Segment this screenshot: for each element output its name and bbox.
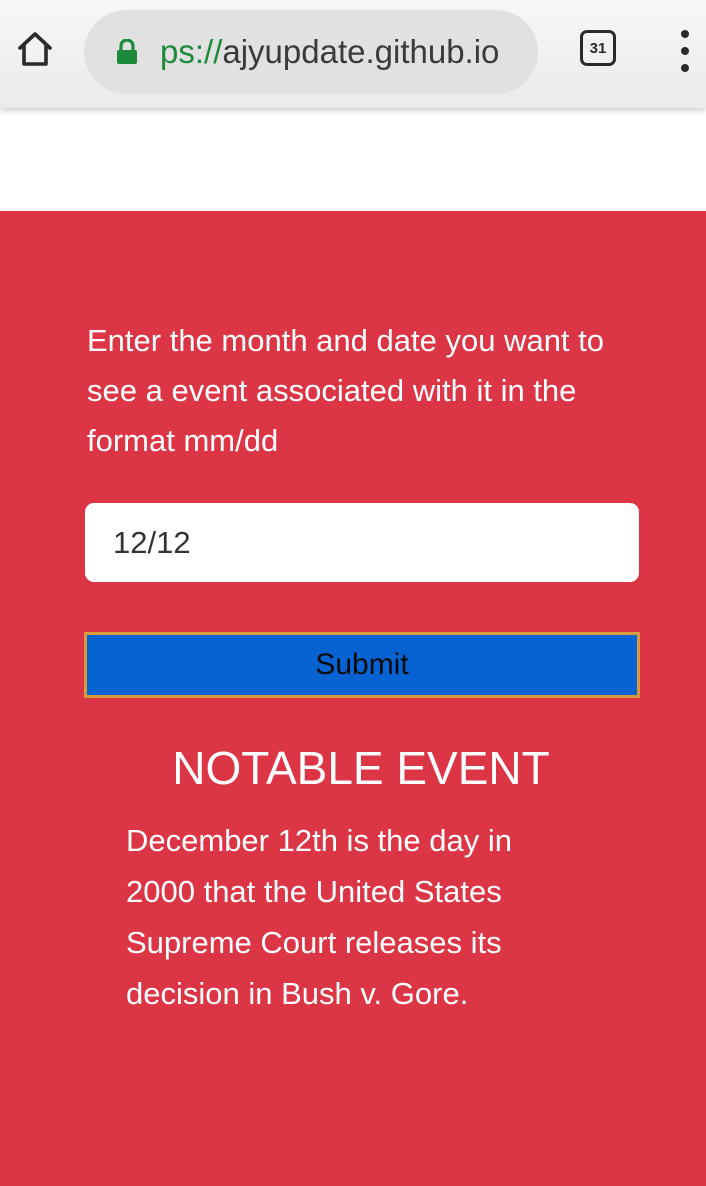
more-vert-icon[interactable] — [668, 30, 702, 72]
page-top-spacer — [0, 108, 706, 211]
home-icon — [18, 32, 52, 66]
submit-button[interactable]: Submit — [84, 632, 640, 698]
url-host: ajyupdate.github.io — [222, 33, 500, 70]
event-description: December 12th is the day in 2000 that th… — [126, 823, 512, 1011]
menu-dot — [681, 47, 689, 55]
browser-toolbar: ps://ajyupdate.github.io 31 — [0, 0, 706, 108]
menu-dot — [681, 64, 689, 72]
tab-switcher-button[interactable]: 31 — [580, 30, 616, 66]
lock-icon — [117, 39, 137, 64]
url-text: ps://ajyupdate.github.io — [160, 33, 499, 71]
event-heading: NOTABLE EVENT — [172, 742, 550, 794]
date-input[interactable] — [85, 503, 639, 582]
tab-count: 31 — [589, 39, 607, 57]
url-scheme: ps:// — [160, 33, 223, 70]
menu-dot — [681, 30, 689, 38]
instructions-text: Enter the month and date you want to see… — [87, 323, 605, 458]
home-button[interactable] — [12, 26, 58, 72]
address-bar[interactable]: ps://ajyupdate.github.io — [84, 10, 538, 94]
